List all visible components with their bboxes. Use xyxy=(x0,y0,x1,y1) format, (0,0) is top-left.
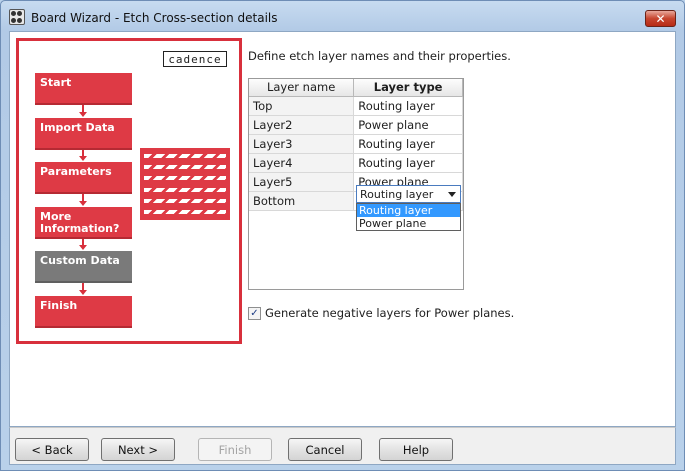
table-row: Layer2 Power plane xyxy=(249,115,463,135)
next-button[interactable]: Next > xyxy=(101,438,175,461)
table-row: Top Routing layer xyxy=(249,96,463,116)
flow-arrow-icon xyxy=(79,283,87,295)
window-title: Board Wizard - Etch Cross-section detail… xyxy=(31,11,278,25)
column-header-layer-name[interactable]: Layer name xyxy=(249,79,355,97)
layer-type-cell[interactable]: Power plane xyxy=(353,115,463,135)
step-import-data: Import Data xyxy=(35,118,132,150)
flow-arrow-icon xyxy=(79,239,87,250)
negative-layers-label: Generate negative layers for Power plane… xyxy=(265,306,515,320)
wizard-body: cadence Start Import Data Parameters Mor… xyxy=(9,31,676,427)
flow-arrow-icon xyxy=(79,150,87,161)
help-button[interactable]: Help xyxy=(379,438,453,461)
wizard-steps-panel: cadence Start Import Data Parameters Mor… xyxy=(16,38,242,344)
close-button[interactable]: ✕ xyxy=(645,10,676,27)
etch-layer-grid: Layer name Layer type Top Routing layer … xyxy=(248,78,464,290)
finish-button[interactable]: Finish xyxy=(198,438,272,461)
layer-type-cell[interactable]: Routing layer xyxy=(353,153,463,173)
chevron-down-icon[interactable] xyxy=(448,192,456,197)
layer-type-cell[interactable]: Routing layer xyxy=(353,96,463,116)
back-button[interactable]: < Back xyxy=(15,438,89,461)
negative-layers-checkbox[interactable]: ✓ xyxy=(248,306,261,320)
button-bar: < Back Next > Finish Cancel Help xyxy=(9,427,676,465)
column-header-layer-type[interactable]: Layer type xyxy=(353,79,463,97)
negative-layers-option[interactable]: ✓ Generate negative layers for Power pla… xyxy=(248,306,514,320)
dropdown-option-power-plane[interactable]: Power plane xyxy=(357,217,460,230)
title-bar: Board Wizard - Etch Cross-section detail… xyxy=(1,1,684,31)
dropdown-list: Routing layer Power plane xyxy=(356,203,461,231)
flow-arrow-icon xyxy=(79,194,87,206)
table-row: Layer3 Routing layer xyxy=(249,134,463,154)
wizard-window: Board Wizard - Etch Cross-section detail… xyxy=(0,0,685,471)
layer-name-cell[interactable]: Layer3 xyxy=(249,134,355,154)
table-row: Layer4 Routing layer xyxy=(249,153,463,173)
layer-name-cell[interactable]: Top xyxy=(249,96,355,116)
layer-name-cell[interactable]: Bottom xyxy=(249,191,355,211)
step-parameters: Parameters xyxy=(35,162,132,194)
layer-name-cell[interactable]: Layer4 xyxy=(249,153,355,173)
dropdown-option-routing-layer[interactable]: Routing layer xyxy=(357,204,460,217)
layer-name-cell[interactable]: Layer2 xyxy=(249,115,355,135)
step-custom-data: Custom Data xyxy=(35,251,132,283)
step-start: Start xyxy=(35,73,132,105)
instruction-text: Define etch layer names and their proper… xyxy=(248,49,511,63)
cadence-logo: cadence xyxy=(163,51,227,67)
app-icon xyxy=(9,9,25,25)
layer-name-cell[interactable]: Layer5 xyxy=(249,172,355,192)
layer-type-dropdown[interactable]: Routing layer xyxy=(356,185,461,203)
step-more-information: More Information? xyxy=(35,207,132,239)
dropdown-selected-value: Routing layer xyxy=(360,187,434,201)
layer-stack-illustration xyxy=(140,148,230,220)
step-finish: Finish xyxy=(35,296,132,328)
flow-arrow-icon xyxy=(79,105,87,117)
layer-type-cell[interactable]: Routing layer xyxy=(353,134,463,154)
cancel-button[interactable]: Cancel xyxy=(288,438,362,461)
